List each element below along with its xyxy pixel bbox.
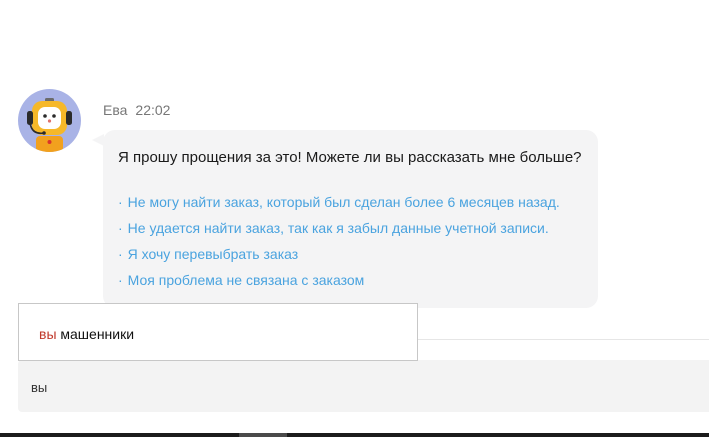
quick-reply-label: Не удается найти заказ, так как я забыл …	[127, 220, 549, 236]
suggestion-rest: машенники	[56, 326, 135, 342]
horizontal-scrollbar[interactable]	[0, 433, 709, 437]
quick-reply-option-3[interactable]: · Я хочу перевыбрать заказ	[118, 246, 298, 262]
autocomplete-suggestion[interactable]: вы машенники	[39, 326, 134, 342]
bullet-icon: ·	[118, 272, 123, 288]
bullet-icon: ·	[118, 194, 123, 210]
scrollbar-thumb[interactable]	[239, 433, 287, 437]
quick-reply-option-1[interactable]: · Не могу найти заказ, который был сделан…	[118, 194, 560, 210]
quick-reply-label: Я хочу перевыбрать заказ	[127, 246, 299, 262]
quick-reply-label: Не могу найти заказ, который был сделан …	[127, 194, 560, 210]
message-time: 22:02	[135, 102, 171, 118]
autocomplete-dropdown: вы машенники	[18, 303, 418, 361]
sender-name: Ева	[103, 102, 128, 118]
bullet-icon: ·	[118, 220, 123, 236]
message-input[interactable]: вы	[18, 360, 709, 412]
robot-avatar-graphic	[27, 98, 72, 152]
bot-message-bubble: Я прошу прощения за это! Можете ли вы ра…	[103, 130, 598, 308]
quick-reply-option-2[interactable]: · Не удается найти заказ, так как я забыл…	[118, 220, 549, 236]
quick-reply-option-4[interactable]: · Моя проблема не связана с заказом	[118, 272, 364, 288]
message-input-value: вы	[31, 380, 48, 395]
bot-question-text: Я прошу прощения за это! Можете ли вы ра…	[118, 149, 582, 166]
robot-assistant-avatar-icon	[18, 89, 81, 152]
bullet-icon: ·	[118, 246, 123, 262]
quick-reply-label: Моя проблема не связана с заказом	[127, 272, 365, 288]
message-meta: Ева 22:02	[103, 102, 170, 118]
suggestion-match: вы	[39, 326, 57, 342]
